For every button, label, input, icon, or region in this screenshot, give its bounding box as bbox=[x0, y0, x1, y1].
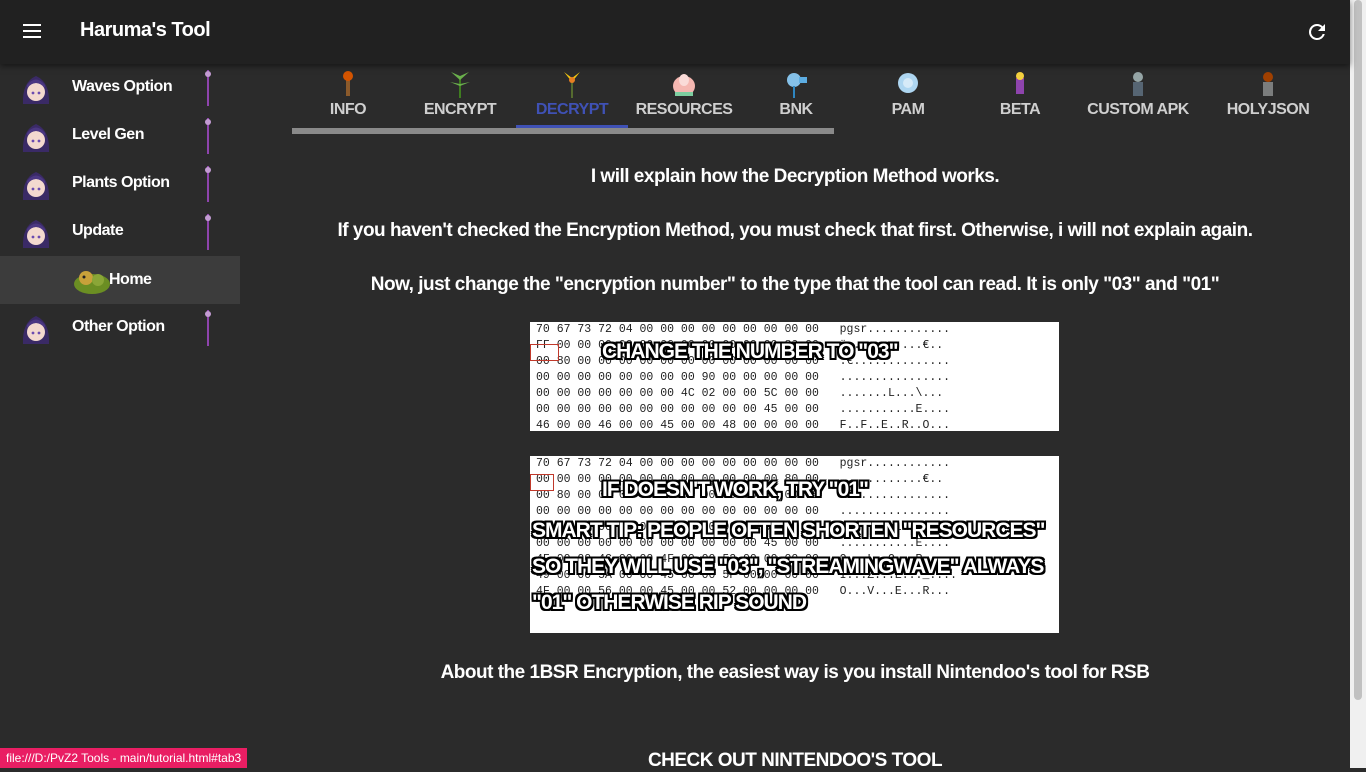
tab-label: CUSTOM APK bbox=[1087, 101, 1189, 118]
tab-resources[interactable]: RESOURCES bbox=[628, 64, 740, 124]
app-bar: Haruma's Tool bbox=[0, 0, 1350, 64]
avatar-icon bbox=[22, 124, 50, 152]
plant-icon bbox=[787, 73, 807, 98]
tab-pam[interactable]: PAM bbox=[852, 64, 964, 124]
sidebar-item-plants-option[interactable]: Plants Option bbox=[0, 160, 240, 208]
plant-icon bbox=[343, 71, 353, 96]
paragraph-change-number: Now, just change the "encryption number"… bbox=[370, 274, 1220, 295]
tab-active-indicator bbox=[516, 125, 628, 128]
main-content: INFO ENCRYPT DECRYPT RESOURCES BNK PAM B… bbox=[240, 64, 1350, 771]
zombie-icon bbox=[1133, 72, 1143, 96]
sidebar-item-home[interactable]: Home bbox=[0, 256, 240, 304]
status-bar-url: file:///D:/PvZ2 Tools - main/tutorial.ht… bbox=[0, 748, 248, 768]
avatar-icon bbox=[22, 220, 50, 248]
paragraph-check-encryption: If you haven't checked the Encryption Me… bbox=[337, 220, 1253, 241]
app-title: Haruma's Tool bbox=[80, 19, 211, 41]
plant-icon bbox=[450, 72, 470, 98]
sidebar: Waves Option Level Gen Plants Option Upd… bbox=[0, 64, 240, 768]
tab-info[interactable]: INFO bbox=[292, 64, 404, 124]
sidebar-item-label: Level Gen bbox=[72, 126, 144, 143]
sidebar-item-label: Other Option bbox=[72, 318, 165, 335]
tab-beta[interactable]: BETA bbox=[964, 64, 1076, 124]
tab-label: BETA bbox=[999, 101, 1041, 118]
tab-bnk[interactable]: BNK bbox=[740, 64, 852, 124]
sidebar-item-other-option[interactable]: Other Option bbox=[0, 304, 240, 352]
zombie-home-icon bbox=[74, 271, 110, 294]
wand-icon bbox=[205, 166, 211, 202]
nintendoo-tool-link[interactable]: CHECK OUT NINTENDOO'S TOOL bbox=[240, 750, 1350, 772]
avatar-icon bbox=[22, 316, 50, 344]
avatar-icon bbox=[22, 76, 50, 104]
tab-label: ENCRYPT bbox=[423, 101, 497, 118]
hex-dump-text: 70 67 73 72 04 00 00 00 00 00 00 00 00 0… bbox=[536, 323, 951, 431]
wand-icon bbox=[205, 70, 211, 106]
hex-screenshot-try-01: 70 67 73 72 04 00 00 00 00 00 00 00 00 0… bbox=[530, 456, 1059, 633]
tab-scroll-track[interactable] bbox=[292, 128, 834, 134]
sidebar-item-label: Plants Option bbox=[72, 174, 170, 191]
overlay-caption: SO THEY WILL USE "03", "STREAMINGWAVE" A… bbox=[532, 555, 1044, 578]
page-scrollbar[interactable] bbox=[1350, 0, 1366, 768]
tab-label: HOLYJSON bbox=[1226, 101, 1310, 118]
highlight-box bbox=[530, 474, 554, 491]
tab-label: RESOURCES bbox=[635, 101, 733, 118]
avatar-icon bbox=[22, 172, 50, 200]
highlight-box bbox=[530, 344, 559, 361]
paragraph-intro: I will explain how the Decryption Method… bbox=[590, 166, 1000, 187]
scrollbar-thumb[interactable] bbox=[1354, 0, 1362, 700]
plant-icon bbox=[898, 73, 918, 93]
tab-label: BNK bbox=[779, 101, 813, 118]
tab-holyjson[interactable]: HOLYJSON bbox=[1212, 64, 1324, 124]
wand-icon bbox=[205, 214, 211, 250]
wand-icon bbox=[205, 310, 211, 346]
wand-icon bbox=[205, 118, 211, 154]
hex-screenshot-change-number: 70 67 73 72 04 00 00 00 00 00 00 00 00 0… bbox=[530, 322, 1059, 431]
refresh-icon[interactable] bbox=[1305, 20, 1329, 44]
tab-bar: INFO ENCRYPT DECRYPT RESOURCES BNK PAM B… bbox=[292, 64, 1312, 128]
sidebar-item-level-gen[interactable]: Level Gen bbox=[0, 112, 240, 160]
menu-icon[interactable] bbox=[18, 20, 46, 44]
plant-icon bbox=[1016, 72, 1024, 94]
tab-label: INFO bbox=[329, 101, 367, 118]
tab-decrypt[interactable]: DECRYPT bbox=[516, 64, 628, 124]
tab-encrypt[interactable]: ENCRYPT bbox=[404, 64, 516, 124]
tab-label: PAM bbox=[891, 101, 925, 118]
paragraph-1bsr: About the 1BSR Encryption, the easiest w… bbox=[440, 662, 1150, 683]
overlay-caption: IF DOESN'T WORK, TRY "01" bbox=[602, 478, 869, 501]
tab-custom-apk[interactable]: CUSTOM APK bbox=[1076, 64, 1200, 124]
sidebar-item-update[interactable]: Update bbox=[0, 208, 240, 256]
overlay-caption: CHANGE THE NUMBER TO "03" bbox=[602, 340, 899, 363]
overlay-caption: "01" OTHERWISE RIP SOUND bbox=[532, 591, 807, 614]
zombie-icon bbox=[1263, 72, 1273, 96]
sidebar-item-waves-option[interactable]: Waves Option bbox=[0, 64, 240, 112]
sidebar-item-label: Home bbox=[109, 271, 152, 288]
sidebar-item-label: Update bbox=[72, 222, 124, 239]
tab-label: DECRYPT bbox=[535, 101, 609, 118]
sidebar-item-label: Waves Option bbox=[72, 78, 173, 95]
plant-icon bbox=[673, 74, 695, 96]
plant-icon bbox=[564, 72, 580, 98]
overlay-caption: SMART TIP: PEOPLE OFTEN SHORTEN "RESOURC… bbox=[532, 519, 1045, 542]
